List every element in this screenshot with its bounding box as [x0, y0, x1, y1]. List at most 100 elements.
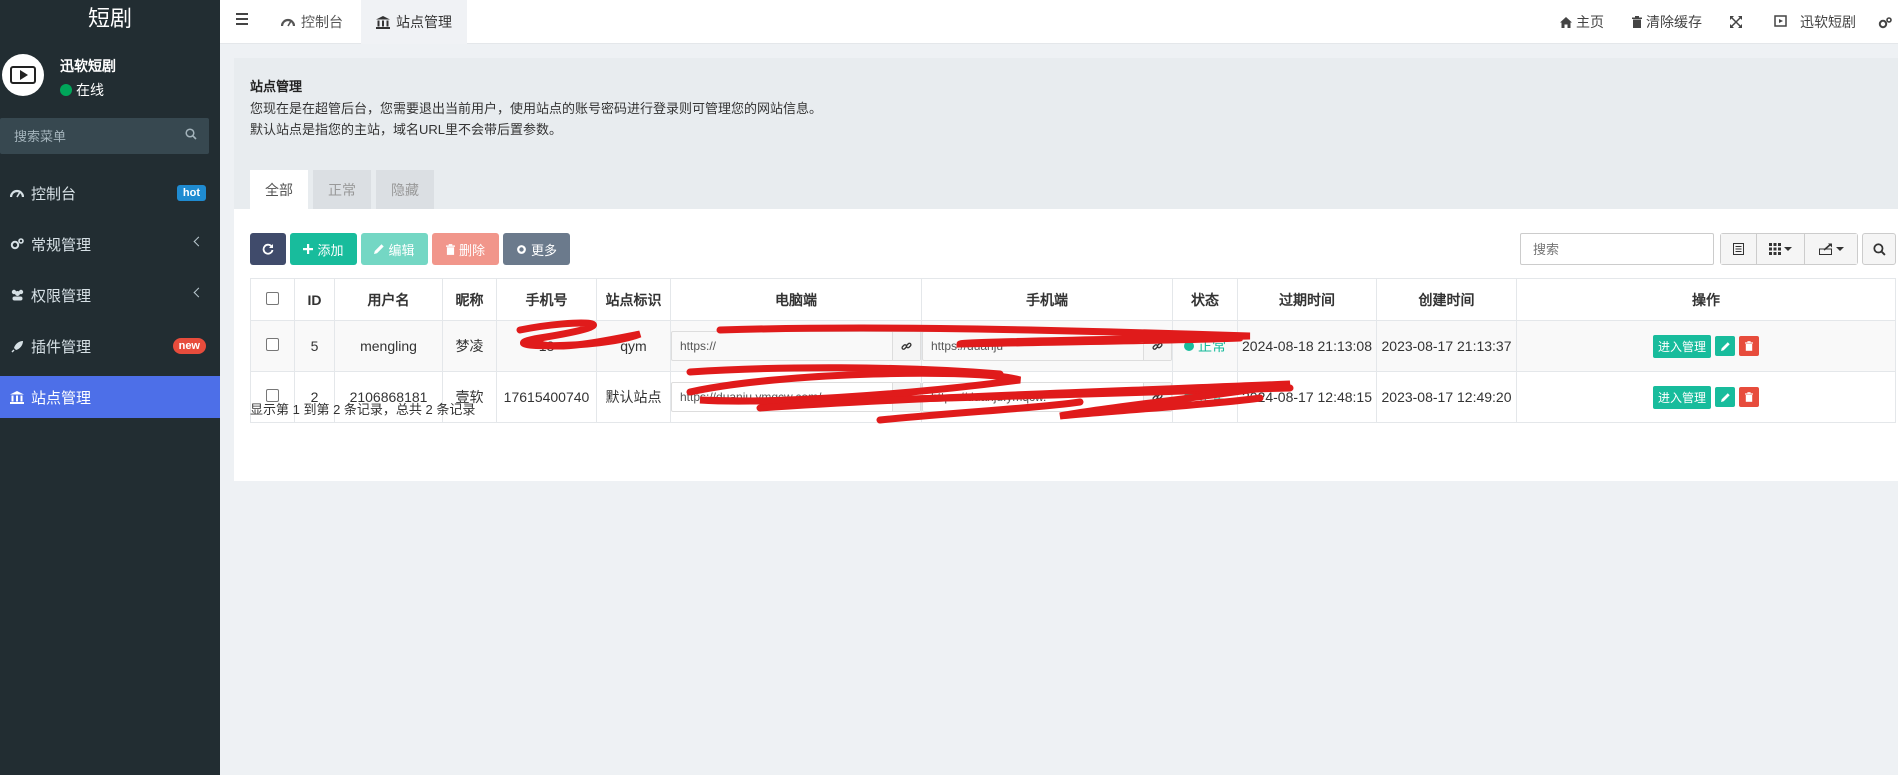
panel-body: 添加 编辑 删除 更多 搜索 ID 用户名 昵称 手机号 站点标识 电脑端 手机… — [234, 209, 1898, 481]
column-header[interactable]: 手机端 — [921, 278, 1173, 321]
sidebar-item-permissions[interactable]: 权限管理 — [0, 274, 220, 316]
pc-url-value[interactable]: https:// — [672, 332, 892, 360]
delete-button[interactable]: 删除 — [432, 233, 499, 265]
settings-button[interactable] — [1878, 16, 1896, 29]
enter-admin-button[interactable]: 进入管理 — [1652, 334, 1711, 358]
column-header[interactable]: 站点标识 — [596, 278, 671, 321]
column-header[interactable]: 电脑端 — [670, 278, 922, 321]
actions-cell: 进入管理 — [1516, 371, 1896, 423]
pc-url-value[interactable]: https://duanju.ymqcw.com/ — [672, 383, 892, 411]
column-header[interactable]: 状态 — [1172, 278, 1238, 321]
link-icon[interactable] — [892, 383, 920, 411]
bank-icon — [376, 15, 390, 29]
status-badge[interactable]: 正常 — [1184, 336, 1226, 356]
trash-icon — [1632, 16, 1642, 28]
mobile-url-cell: https://duanju — [921, 320, 1173, 372]
tab-sites[interactable]: 站点管理 — [361, 0, 467, 44]
phone-cell: 18 — [496, 320, 597, 372]
app-logo-title[interactable]: 短剧 — [0, 0, 220, 44]
sidebar-item-plugins[interactable]: 插件管理 new — [0, 325, 220, 367]
clear-cache-label: 清除缓存 — [1646, 14, 1702, 30]
tab-dashboard[interactable]: 控制台 — [266, 0, 358, 44]
table-search-input[interactable] — [1520, 233, 1714, 265]
column-header[interactable]: 手机号 — [496, 278, 597, 321]
add-button[interactable]: 添加 — [290, 233, 357, 265]
created-cell: 2023-08-17 21:13:37 — [1376, 320, 1517, 372]
table-row: 5 mengling 梦凌 18 qym https:// https://du… — [250, 320, 1896, 372]
status-label: 正常 — [1198, 389, 1226, 405]
panel-heading: 站点管理 您现在是在超管后台，您需要退出当前用户，使用站点的账号密码进行登录则可… — [234, 58, 1898, 210]
fullscreen-button[interactable] — [1730, 16, 1746, 28]
edit-label: 编辑 — [388, 242, 415, 258]
edit-button[interactable]: 编辑 — [361, 233, 428, 265]
toggle-view-button[interactable] — [1721, 234, 1757, 264]
column-header[interactable]: 昵称 — [442, 278, 497, 321]
home-label: 主页 — [1576, 14, 1604, 30]
dashboard-icon — [281, 16, 295, 28]
clear-cache-link[interactable]: 清除缓存 — [1632, 12, 1702, 32]
row-actions: 进入管理 — [1652, 334, 1759, 358]
more-button[interactable]: 更多 — [503, 233, 570, 265]
add-label: 添加 — [317, 242, 344, 258]
status-dot-icon — [1184, 341, 1194, 351]
link-icon[interactable] — [1143, 383, 1171, 411]
menu-search-input[interactable] — [0, 118, 209, 154]
dashboard-icon — [9, 185, 25, 201]
trash-icon — [445, 243, 455, 255]
row-checkbox[interactable] — [266, 338, 279, 351]
columns-dropdown[interactable] — [1757, 234, 1805, 264]
delete-row-button[interactable] — [1739, 387, 1759, 407]
expire-cell: 2024-08-18 21:13:08 — [1237, 320, 1377, 372]
pc-url-field: https:// — [671, 331, 921, 361]
search-icon[interactable] — [185, 128, 197, 140]
delete-row-button[interactable] — [1739, 336, 1759, 356]
column-header[interactable]: 用户名 — [334, 278, 443, 321]
card-view-icon — [1733, 243, 1744, 255]
column-header[interactable]: 创建时间 — [1376, 278, 1517, 321]
menu-search — [0, 118, 209, 154]
enter-admin-button[interactable]: 进入管理 — [1652, 385, 1711, 409]
user-status-label: 在线 — [76, 82, 104, 98]
select-all-checkbox[interactable] — [266, 291, 279, 305]
column-header[interactable]: ID — [294, 278, 335, 321]
sidebar-item-label: 控制台 — [31, 185, 77, 203]
table-row: 2 2106868181 壹软 17615400740 默认站点 https:/… — [250, 371, 1896, 423]
tab-label: 站点管理 — [396, 14, 452, 30]
refresh-button[interactable] — [250, 233, 286, 265]
tab-all[interactable]: 全部 — [250, 170, 308, 210]
user-name: 迅软短剧 — [60, 58, 116, 74]
refresh-icon — [262, 243, 274, 255]
home-link[interactable]: 主页 — [1560, 12, 1604, 32]
user-menu[interactable]: 迅软短剧 — [1774, 12, 1856, 32]
link-icon[interactable] — [1143, 332, 1171, 360]
mobile-url-value[interactable]: https://duanju.ymqcw. — [923, 383, 1143, 411]
link-icon[interactable] — [892, 332, 920, 360]
export-icon — [1818, 243, 1832, 255]
export-dropdown[interactable] — [1805, 234, 1857, 264]
sidebar-item-general[interactable]: 常规管理 — [0, 223, 220, 265]
edit-row-button[interactable] — [1715, 387, 1735, 407]
menu-toggle-icon[interactable] — [236, 13, 248, 28]
tab-normal[interactable]: 正常 — [313, 170, 371, 210]
description-line: 默认站点是指您的主站，域名URL里不会带后置参数。 — [250, 122, 563, 137]
tab-hidden[interactable]: 隐藏 — [376, 170, 434, 210]
top-navbar: 控制台 站点管理 主页 清除缓存 迅软短剧 — [220, 0, 1898, 44]
home-icon — [1560, 16, 1572, 28]
trash-icon — [1745, 392, 1753, 402]
sidebar-item-sites[interactable]: 站点管理 — [0, 376, 220, 418]
status-badge[interactable]: 正常 — [1184, 387, 1226, 407]
chevron-left-icon — [193, 287, 204, 298]
gear-icon — [1878, 16, 1892, 28]
column-header[interactable]: 过期时间 — [1237, 278, 1377, 321]
table-tools — [1720, 233, 1858, 265]
mobile-url-value[interactable]: https://duanju — [923, 332, 1143, 360]
page-title: 站点管理 — [250, 79, 303, 94]
status-dot-icon — [1184, 392, 1194, 402]
edit-row-button[interactable] — [1715, 336, 1735, 356]
sidebar-item-dashboard[interactable]: 控制台 hot — [0, 172, 220, 214]
table-search-button[interactable] — [1862, 233, 1896, 265]
app-logo-icon — [1774, 15, 1787, 27]
actions-cell: 进入管理 — [1516, 320, 1896, 372]
pagination-info: 显示第 1 到第 2 条记录，总共 2 条记录 — [250, 402, 476, 417]
caret-down-icon — [1835, 247, 1844, 251]
